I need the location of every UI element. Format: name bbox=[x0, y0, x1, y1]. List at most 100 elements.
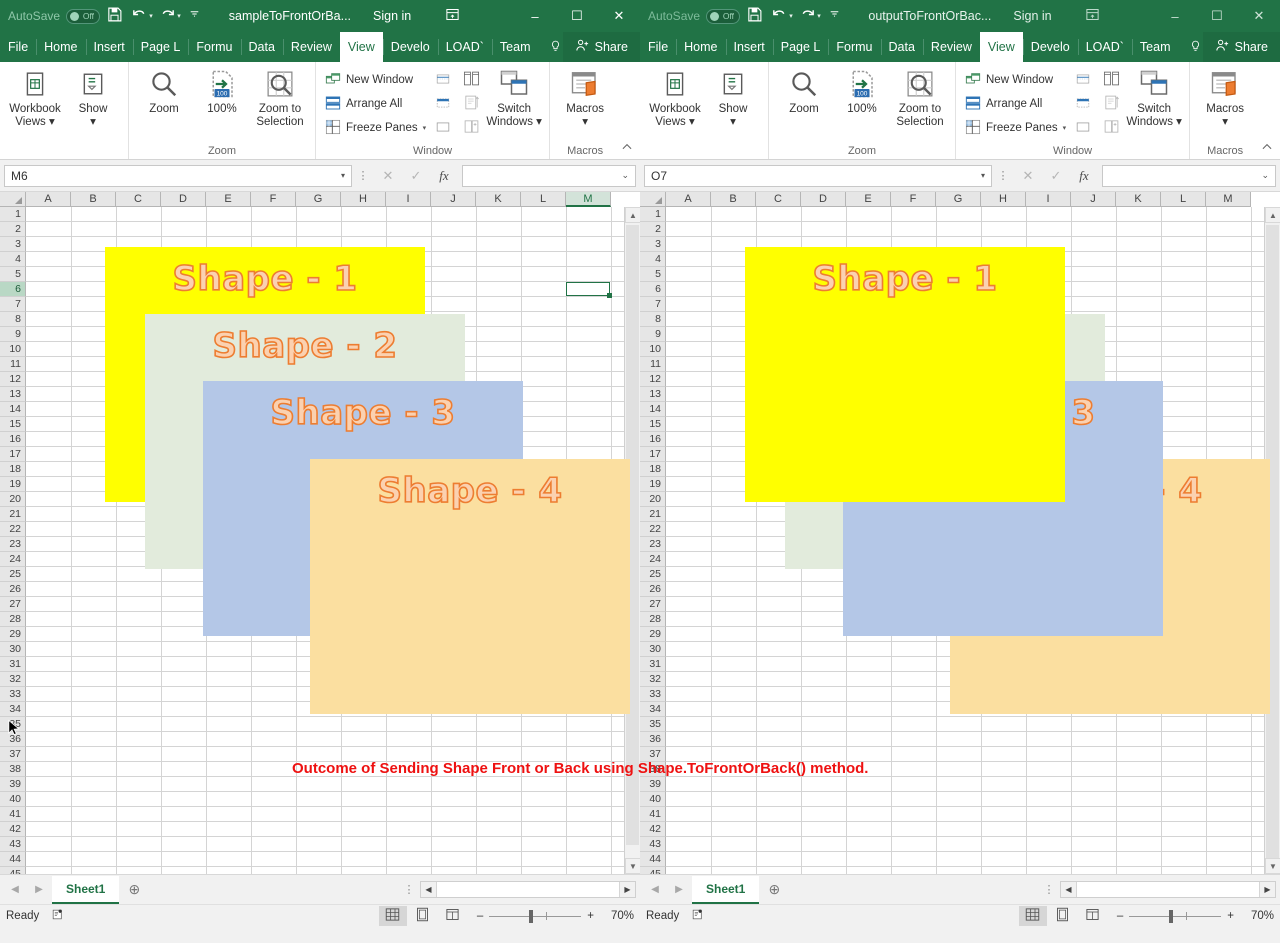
add-sheet-button[interactable]: ⊕ bbox=[761, 878, 787, 902]
chevron-down-icon[interactable]: ▾ bbox=[341, 171, 345, 180]
switch-windows-button[interactable]: SwitchWindows ▾ bbox=[1125, 65, 1183, 129]
column-header-M[interactable]: M bbox=[1206, 192, 1251, 207]
row-header-39[interactable]: 39 bbox=[0, 777, 26, 792]
column-header-C[interactable]: C bbox=[116, 192, 161, 207]
tab-data[interactable]: Data bbox=[241, 32, 283, 62]
row-header-3[interactable]: 3 bbox=[0, 237, 26, 252]
horizontal-scrollbar[interactable]: ◀▶ bbox=[1060, 881, 1276, 898]
save-button[interactable] bbox=[100, 4, 128, 28]
row-header-5[interactable]: 5 bbox=[640, 267, 666, 282]
tab-develo[interactable]: Develo bbox=[383, 32, 438, 62]
column-header-F[interactable]: F bbox=[251, 192, 296, 207]
row-header-27[interactable]: 27 bbox=[640, 597, 666, 612]
row-header-25[interactable]: 25 bbox=[0, 567, 26, 582]
row-header-39[interactable]: 39 bbox=[640, 777, 666, 792]
accessibility-checker-button[interactable] bbox=[691, 908, 704, 924]
column-header-B[interactable]: B bbox=[711, 192, 756, 207]
insert-function-button[interactable]: fx bbox=[430, 165, 458, 187]
row-header-41[interactable]: 41 bbox=[0, 807, 26, 822]
hide-button[interactable] bbox=[1069, 94, 1097, 116]
row-header-32[interactable]: 32 bbox=[640, 672, 666, 687]
row-header-16[interactable]: 16 bbox=[0, 432, 26, 447]
scroll-left-button[interactable]: ◀ bbox=[421, 882, 436, 897]
chevron-down-icon[interactable]: ▾ bbox=[981, 171, 985, 180]
row-header-20[interactable]: 20 bbox=[0, 492, 26, 507]
row-header-11[interactable]: 11 bbox=[0, 357, 26, 372]
row-header-28[interactable]: 28 bbox=[0, 612, 26, 627]
new-window-button[interactable]: New Window bbox=[962, 69, 1069, 91]
reset-window-position-button[interactable] bbox=[1097, 118, 1125, 140]
macros-button[interactable]: Macros▾ bbox=[1196, 65, 1254, 129]
undo-button[interactable]: ▾ bbox=[128, 4, 156, 28]
confirm-entry-button[interactable]: ✓ bbox=[1042, 165, 1070, 187]
row-header-42[interactable]: 42 bbox=[0, 822, 26, 837]
row-header-36[interactable]: 36 bbox=[640, 732, 666, 747]
row-header-44[interactable]: 44 bbox=[0, 852, 26, 867]
split-button[interactable] bbox=[1069, 70, 1097, 92]
column-header-J[interactable]: J bbox=[1071, 192, 1116, 207]
horizontal-scroll-track[interactable] bbox=[1076, 882, 1260, 897]
row-header-40[interactable]: 40 bbox=[640, 792, 666, 807]
zoom-slider[interactable] bbox=[1129, 909, 1221, 923]
row-header-21[interactable]: 21 bbox=[640, 507, 666, 522]
row-header-2[interactable]: 2 bbox=[640, 222, 666, 237]
column-header-F[interactable]: F bbox=[891, 192, 936, 207]
row-header-36[interactable]: 36 bbox=[0, 732, 26, 747]
column-header-B[interactable]: B bbox=[71, 192, 116, 207]
row-header-16[interactable]: 16 bbox=[640, 432, 666, 447]
workbook-views-button[interactable]: WorkbookViews ▾ bbox=[646, 65, 704, 129]
row-header-34[interactable]: 34 bbox=[0, 702, 26, 717]
next-sheet-button[interactable]: ▶ bbox=[668, 878, 690, 902]
zoom-percentage[interactable]: 70% bbox=[600, 910, 634, 922]
row-header-18[interactable]: 18 bbox=[0, 462, 26, 477]
synchronous-scrolling-button[interactable] bbox=[1097, 94, 1125, 116]
row-header-23[interactable]: 23 bbox=[640, 537, 666, 552]
tab-load[interactable]: LOAD` bbox=[438, 32, 492, 62]
tab-formu[interactable]: Formu bbox=[828, 32, 880, 62]
show-button[interactable]: Show▾ bbox=[64, 65, 122, 129]
zoom-to-selection-button[interactable]: Zoom toSelection bbox=[251, 65, 309, 129]
column-header-E[interactable]: E bbox=[206, 192, 251, 207]
select-all-corner[interactable] bbox=[640, 192, 666, 207]
freeze-panes-button[interactable]: Freeze Panes▾ bbox=[962, 117, 1069, 139]
row-header-11[interactable]: 11 bbox=[640, 357, 666, 372]
column-header-A[interactable]: A bbox=[666, 192, 711, 207]
tab-insert[interactable]: Insert bbox=[726, 32, 773, 62]
synchronous-scrolling-button[interactable] bbox=[457, 94, 485, 116]
tab-split-handle[interactable]: ⋮ bbox=[1042, 883, 1056, 896]
next-sheet-button[interactable]: ▶ bbox=[28, 878, 50, 902]
row-header-23[interactable]: 23 bbox=[0, 537, 26, 552]
customize-qat-button[interactable] bbox=[824, 4, 844, 28]
formula-input[interactable]: ⌄ bbox=[1102, 165, 1276, 187]
row-header-17[interactable]: 17 bbox=[0, 447, 26, 462]
collapse-ribbon-button[interactable] bbox=[1260, 140, 1274, 157]
quick-access-toolbar[interactable]: AutoSaveOff▾▾ bbox=[0, 4, 204, 28]
row-header-9[interactable]: 9 bbox=[0, 327, 26, 342]
expand-formula-bar-icon[interactable]: ⌄ bbox=[1261, 170, 1269, 181]
column-header-A[interactable]: A bbox=[26, 192, 71, 207]
row-header-10[interactable]: 10 bbox=[640, 342, 666, 357]
tab-view[interactable]: View bbox=[340, 32, 383, 62]
column-header-G[interactable]: G bbox=[296, 192, 341, 207]
collapse-ribbon-button[interactable] bbox=[620, 140, 634, 157]
ribbon-display-options-button[interactable] bbox=[1085, 7, 1100, 25]
row-header-38[interactable]: 38 bbox=[0, 762, 26, 777]
zoom-in-button[interactable]: + bbox=[1227, 910, 1234, 922]
previous-sheet-button[interactable]: ◀ bbox=[4, 878, 26, 902]
scroll-up-button[interactable]: ▲ bbox=[625, 207, 640, 223]
sheet-tab-sheet1[interactable]: Sheet1 bbox=[692, 876, 759, 904]
column-header-E[interactable]: E bbox=[846, 192, 891, 207]
confirm-entry-button[interactable]: ✓ bbox=[402, 165, 430, 187]
row-header-7[interactable]: 7 bbox=[0, 297, 26, 312]
share-button[interactable]: Share bbox=[1203, 32, 1280, 62]
view-side-by-side-button[interactable] bbox=[457, 70, 485, 92]
arrange-all-button[interactable]: Arrange All bbox=[962, 93, 1069, 115]
normal-view-button[interactable] bbox=[1019, 906, 1047, 926]
row-header-28[interactable]: 28 bbox=[640, 612, 666, 627]
zoom-percentage[interactable]: 70% bbox=[1240, 910, 1274, 922]
zoom-out-button[interactable]: – bbox=[477, 910, 483, 922]
tab-pagel[interactable]: Page L bbox=[133, 32, 189, 62]
row-header-45[interactable]: 45 bbox=[0, 867, 26, 874]
tab-load[interactable]: LOAD` bbox=[1078, 32, 1132, 62]
redo-button[interactable]: ▾ bbox=[156, 4, 184, 28]
